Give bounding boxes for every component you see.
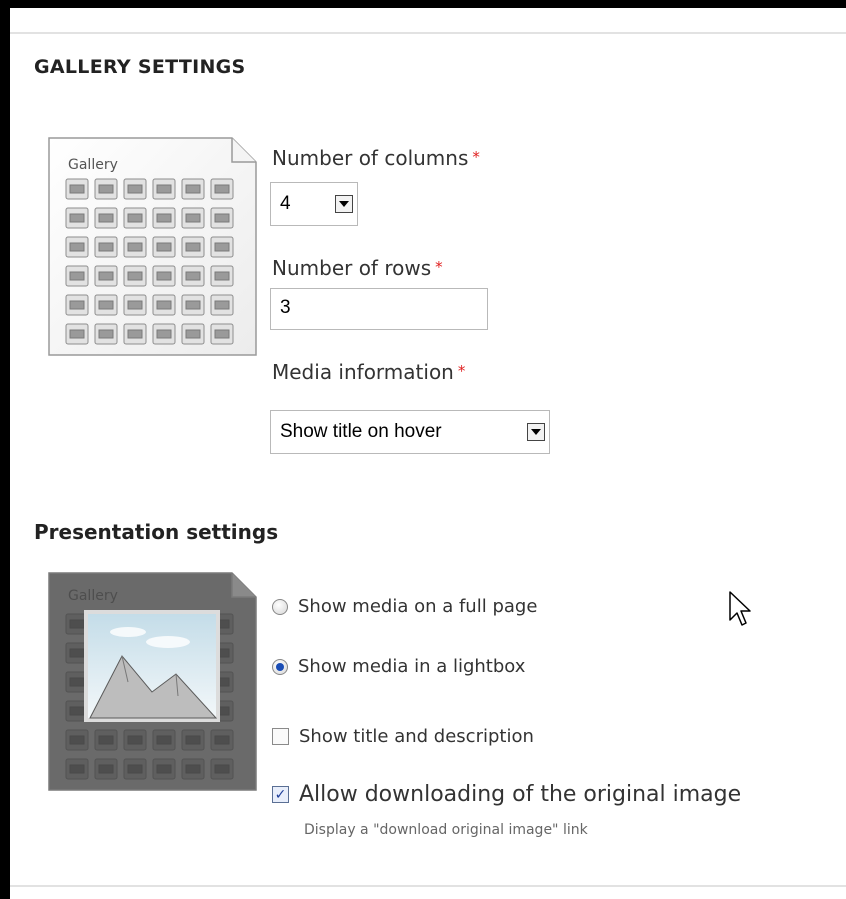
thumbnail-cell-image	[185, 764, 201, 774]
thumbnail-cell-image	[98, 242, 114, 252]
thumbnail-cell-image	[185, 184, 201, 194]
dropdown-arrow-icon[interactable]	[527, 423, 545, 441]
thumbnail-cell-image	[214, 213, 230, 223]
thumbnail-cell-image	[98, 184, 114, 194]
mouse-pointer-icon	[728, 590, 752, 634]
thumbnail-cell-image	[185, 242, 201, 252]
thumbnail-cell-image	[214, 764, 230, 774]
gallery-settings-heading: GALLERY SETTINGS	[34, 56, 246, 78]
gallery-preview-label: Gallery	[68, 157, 118, 173]
checkmark-icon: ✓	[274, 786, 287, 803]
thumbnail-cell-image	[69, 677, 85, 687]
thumbnail-cell-image	[214, 735, 230, 745]
option-title-description[interactable]: Show title and description	[272, 726, 534, 747]
thumbnail-cell-image	[156, 300, 172, 310]
gallery-grid-icon: Gallery	[48, 137, 258, 357]
thumbnail-cell-image	[69, 300, 85, 310]
thumbnail-cell-image	[214, 242, 230, 252]
thumbnail-cell-image	[127, 329, 143, 339]
thumbnail-cell-image	[156, 764, 172, 774]
thumbnail-cell-image	[69, 648, 85, 658]
divider-top	[10, 32, 846, 34]
thumbnail-cell-image	[127, 242, 143, 252]
thumbnail-cell-image	[156, 242, 172, 252]
option-allow-download[interactable]: ✓ Allow downloading of the original imag…	[272, 782, 741, 807]
thumbnail-cell-image	[185, 329, 201, 339]
thumbnail-cell-image	[156, 735, 172, 745]
thumbnail-cell-image	[98, 764, 114, 774]
thumbnail-cell-image	[98, 300, 114, 310]
thumbnail-cell-image	[69, 329, 85, 339]
rows-input[interactable]	[271, 289, 480, 327]
thumbnail-cell-image	[185, 300, 201, 310]
option-lightbox-label: Show media in a lightbox	[298, 656, 526, 677]
required-marker: *	[472, 148, 480, 166]
thumbnail-cell-image	[98, 213, 114, 223]
checkbox-title-description[interactable]	[272, 728, 289, 745]
thumbnail-cell-image	[69, 764, 85, 774]
thumbnail-cell-image	[69, 735, 85, 745]
window-frame-left	[0, 0, 10, 899]
thumbnail-cell-image	[214, 271, 230, 281]
thumbnail-cell-image	[69, 706, 85, 716]
thumbnail-cell-image	[185, 735, 201, 745]
radio-lightbox[interactable]	[272, 658, 288, 675]
thumbnail-cell-image	[214, 184, 230, 194]
required-marker: *	[457, 362, 466, 380]
thumbnail-cell-image	[185, 271, 201, 281]
thumbnail-cell-image	[156, 213, 172, 223]
columns-label: Number of columns *	[272, 146, 480, 170]
media-information-select[interactable]: Show title on hover	[270, 410, 550, 454]
media-information-value: Show title on hover	[280, 421, 442, 442]
option-lightbox[interactable]: Show media in a lightbox	[272, 656, 525, 677]
thumbnail-cell-image	[98, 329, 114, 339]
thumbnail-cell-image	[69, 271, 85, 281]
thumbnail-cell-image	[156, 271, 172, 281]
thumbnail-cell-image	[127, 300, 143, 310]
thumbnail-cell-image	[127, 213, 143, 223]
radio-full-page[interactable]	[272, 598, 288, 615]
media-information-label: Media information *	[272, 360, 466, 384]
window-frame-top	[0, 0, 846, 8]
columns-select-value: 4	[280, 193, 291, 214]
thumbnail-cell-image	[69, 213, 85, 223]
thumbnail-cell-image	[214, 329, 230, 339]
thumbnail-cell-image	[127, 271, 143, 281]
rows-field[interactable]	[270, 288, 488, 330]
divider-bottom	[10, 885, 846, 887]
thumbnail-cell-image	[69, 242, 85, 252]
thumbnail-cell-image	[69, 184, 85, 194]
option-allow-download-label: Allow downloading of the original image	[299, 782, 742, 807]
download-description: Display a "download original image" link	[304, 822, 588, 838]
thumbnail-cell-image	[156, 329, 172, 339]
thumbnail-cell-image	[185, 213, 201, 223]
columns-select[interactable]: 4	[270, 182, 358, 226]
option-full-page[interactable]: Show media on a full page	[272, 596, 537, 617]
required-marker: *	[435, 258, 443, 276]
thumbnail-cell-image	[127, 764, 143, 774]
option-full-page-label: Show media on a full page	[298, 596, 538, 617]
thumbnail-cell-image	[156, 184, 172, 194]
dropdown-arrow-icon[interactable]	[335, 195, 353, 213]
thumbnail-cell-image	[127, 735, 143, 745]
thumbnail-cell-image	[127, 184, 143, 194]
thumbnail-cell-image	[98, 271, 114, 281]
gallery-lightbox-icon: Gallery	[48, 572, 258, 792]
thumbnail-cell-image	[214, 300, 230, 310]
lightbox-preview-label: Gallery	[68, 588, 118, 604]
checkbox-allow-download[interactable]: ✓	[272, 786, 289, 803]
option-title-description-label: Show title and description	[299, 726, 534, 747]
thumbnail-cell-image	[69, 619, 85, 629]
presentation-settings-heading: Presentation settings	[34, 520, 279, 544]
rows-label: Number of rows *	[272, 256, 443, 280]
thumbnail-cell-image	[98, 735, 114, 745]
